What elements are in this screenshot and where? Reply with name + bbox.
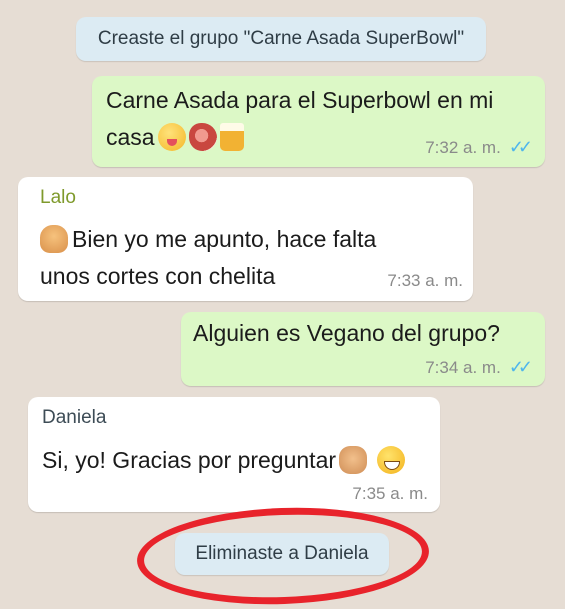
message-bubble-outgoing[interactable]: Alguien es Vegano del grupo? 7:34 a. m. ✓… <box>181 312 545 386</box>
message-text-line: unos cortes con chelita <box>40 263 276 289</box>
message-time: 7:33 a. m. <box>387 271 463 290</box>
message-bubble-outgoing[interactable]: Carne Asada para el Superbowl en mi casa… <box>92 76 545 167</box>
message-bubble-incoming[interactable]: Daniela Si, yo! Gracias por preguntar 7:… <box>28 397 440 512</box>
double-check-read-icon: ✓✓ <box>508 137 533 157</box>
cut-of-meat-emoji <box>188 123 217 151</box>
message-bubble-incoming[interactable]: Lalo Bien yo me apunto, hace falta unos … <box>18 177 473 301</box>
face-savoring-food-emoji <box>157 123 186 151</box>
beer-mug-emoji <box>219 123 244 151</box>
thumbs-up-emoji <box>40 225 68 253</box>
message-time: 7:34 a. m. <box>425 358 501 377</box>
double-check-read-icon: ✓✓ <box>508 357 533 377</box>
group-created-notice: Creaste el grupo "Carne Asada SuperBowl" <box>76 17 486 61</box>
message-time: 7:35 a. m. <box>352 484 428 503</box>
message-text-line: Alguien es Vegano del grupo? <box>193 320 500 346</box>
message-text-line: Si, yo! Gracias por preguntar <box>42 447 337 473</box>
clapping-hands-emoji <box>339 446 368 474</box>
message-text-line: Carne Asada para el Superbowl en mi <box>106 87 494 113</box>
message-time: 7:32 a. m. <box>425 138 501 157</box>
red-highlight-circle <box>135 502 431 609</box>
message-sender-name: Lalo <box>40 187 76 208</box>
message-sender-name: Daniela <box>42 407 107 428</box>
message-text-line: Bien yo me apunto, hace falta <box>72 226 377 252</box>
grinning-face-emoji <box>377 446 406 474</box>
group-created-text: Creaste el grupo "Carne Asada SuperBowl" <box>97 28 465 49</box>
message-text-line: casa <box>106 124 155 150</box>
